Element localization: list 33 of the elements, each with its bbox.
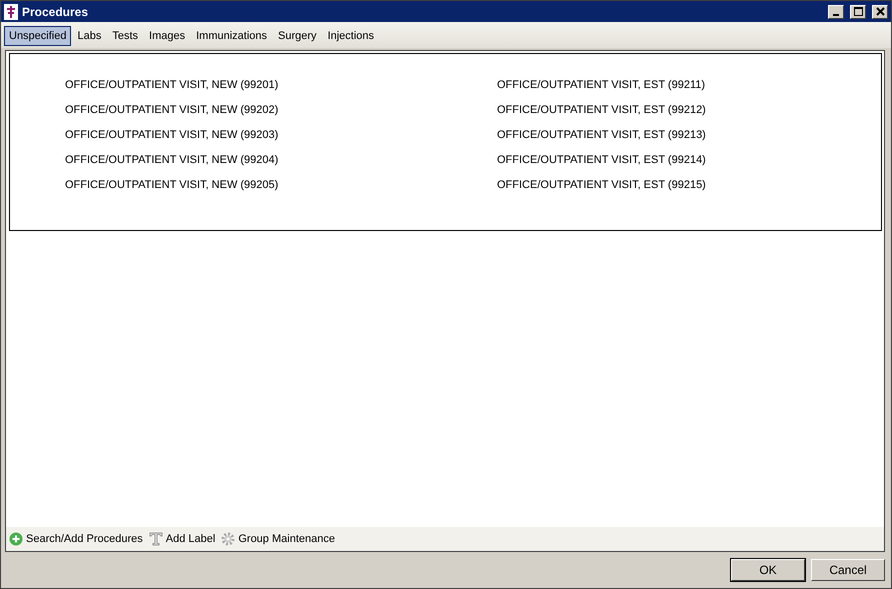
tab[interactable]: Immunizations <box>191 26 272 46</box>
procedure-item[interactable]: OFFICE/OUTPATIENT VISIT, NEW (99201) <box>65 78 497 92</box>
tab[interactable]: Injections <box>322 26 380 46</box>
dialog-button[interactable]: OK <box>731 559 805 581</box>
maximize-button[interactable] <box>850 4 866 18</box>
procedure-item[interactable]: OFFICE/OUTPATIENT VISIT, NEW (99205) <box>65 178 497 192</box>
text-icon <box>148 532 163 546</box>
tab[interactable]: Tests <box>107 26 144 46</box>
toolbar-button[interactable]: Search/Add Procedures <box>9 532 143 546</box>
gear-icon <box>221 532 236 546</box>
tab[interactable]: Images <box>144 26 190 46</box>
procedure-item[interactable]: OFFICE/OUTPATIENT VISIT, EST (99215) <box>497 178 881 192</box>
procedure-item[interactable]: OFFICE/OUTPATIENT VISIT, NEW (99202) <box>65 103 497 117</box>
minimize-icon <box>833 14 839 16</box>
procedure-item[interactable]: OFFICE/OUTPATIENT VISIT, NEW (99203) <box>65 128 497 142</box>
app-icon <box>4 4 18 20</box>
plus-icon <box>9 532 23 546</box>
toolbar-button[interactable]: Add Label <box>148 532 216 546</box>
tab[interactable]: Unspecified <box>4 26 72 46</box>
close-button[interactable] <box>872 4 888 18</box>
close-icon <box>876 7 884 16</box>
procedure-item[interactable]: OFFICE/OUTPATIENT VISIT, EST (99214) <box>497 153 881 167</box>
procedure-item[interactable]: OFFICE/OUTPATIENT VISIT, EST (99211) <box>497 78 881 92</box>
toolbar-button[interactable]: Group Maintenance <box>221 532 335 546</box>
dialog-button[interactable]: Cancel <box>811 559 885 581</box>
maximize-icon <box>854 7 862 16</box>
tab[interactable]: Labs <box>72 26 106 46</box>
procedure-item[interactable]: OFFICE/OUTPATIENT VISIT, NEW (99204) <box>65 153 497 167</box>
window-title: Procedures <box>22 4 90 18</box>
tab[interactable]: Surgery <box>273 26 322 46</box>
procedure-item[interactable]: OFFICE/OUTPATIENT VISIT, EST (99213) <box>497 128 881 142</box>
procedure-item[interactable]: OFFICE/OUTPATIENT VISIT, EST (99212) <box>497 103 881 117</box>
minimize-button[interactable] <box>828 4 844 18</box>
